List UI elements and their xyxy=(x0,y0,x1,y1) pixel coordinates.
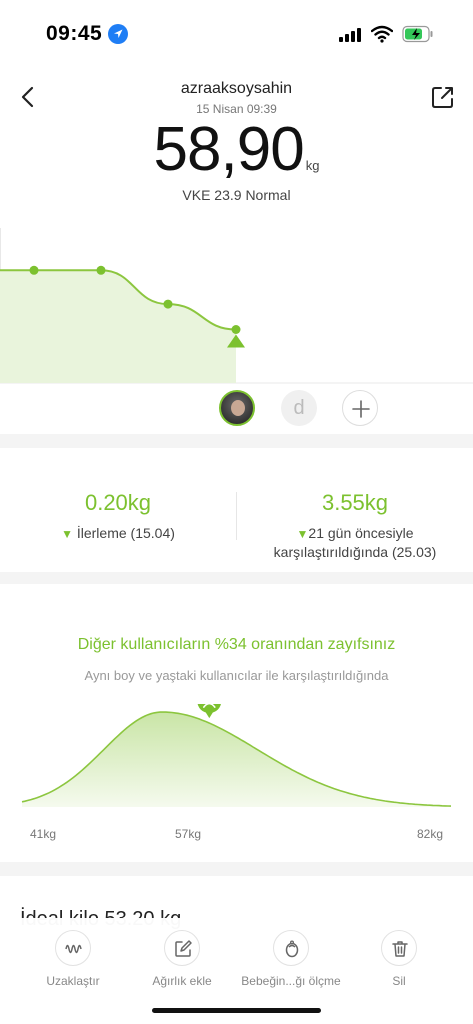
progress-value: 3.55kg xyxy=(321,490,389,515)
weight-trend-chart[interactable] xyxy=(0,228,473,384)
waveform-icon xyxy=(55,930,91,966)
distribution-tick-label: 41kg xyxy=(30,827,56,841)
comparison-subtitle: Aynı boy ve yaştaki kullanıcılar ile kar… xyxy=(84,668,389,683)
zoom-out-button[interactable]: Uzaklaştır xyxy=(18,930,128,988)
trend-point xyxy=(96,265,106,275)
progress-section: 0.20kg ▼ İlerleme (15.04) 3.55kg ▼21 gün… xyxy=(0,448,473,572)
weight-unit: kg xyxy=(305,158,320,173)
home-indicator xyxy=(152,1008,321,1013)
progress-label: ▼ İlerleme (15.04) xyxy=(0,524,236,543)
user-avatar-d[interactable]: d xyxy=(281,390,317,426)
down-arrow-icon: ▼ xyxy=(61,527,73,541)
progress-label-text: İlerleme (15.04) xyxy=(76,525,175,541)
baby-icon xyxy=(273,930,309,966)
trend-point xyxy=(231,325,241,334)
progress-21-days: 3.55kg ▼21 gün öncesiyle karşılaştırıldı… xyxy=(237,448,473,572)
progress-label-text: karşılaştırıldığında (25.03) xyxy=(273,544,437,560)
trend-area xyxy=(0,270,236,383)
bottom-bar-label: Bebeğin...ğı ölçme xyxy=(241,974,341,988)
weight-display: 58,90 kg xyxy=(0,114,473,185)
weight-value: 58,90 xyxy=(153,115,305,184)
bmi-status: VKE 23.9 Normal xyxy=(182,187,291,203)
status-bar: 09:45 xyxy=(0,0,473,70)
status-time: 09:45 xyxy=(46,22,103,45)
username: azraaksoysahin xyxy=(180,80,293,97)
distribution-tick-label: 57kg xyxy=(175,827,201,841)
section-divider xyxy=(0,862,473,876)
comparison-title: Diğer kullanıcıların %34 oranından zayıf… xyxy=(77,636,396,653)
battery-charging-icon xyxy=(402,25,434,43)
user-switcher: d xyxy=(0,385,473,433)
distribution-area xyxy=(22,712,451,807)
user-position-marker xyxy=(197,689,222,719)
trash-icon xyxy=(381,930,417,966)
progress-label: ▼21 gün öncesiyle karşılaştırıldığında (… xyxy=(237,524,473,561)
location-arrow-icon xyxy=(108,24,128,44)
bottom-bar-label: Uzaklaştır xyxy=(46,974,100,988)
section-divider xyxy=(0,434,473,448)
plus-icon xyxy=(352,400,370,418)
bottom-bar-label: Sil xyxy=(392,974,406,988)
baby-weigh-button[interactable]: Bebeğin...ğı ölçme xyxy=(236,930,346,988)
section-divider xyxy=(0,572,473,584)
cellular-signal-icon xyxy=(339,28,363,42)
progress-since-last: 0.20kg ▼ İlerleme (15.04) xyxy=(0,448,236,572)
distribution-chart: 41kg 57kg 82kg xyxy=(0,689,473,854)
add-weight-button[interactable]: Ağırlık ekle xyxy=(127,930,237,988)
avatar[interactable] xyxy=(219,390,255,426)
comparison-section: Diğer kullanıcıların %34 oranından zayıf… xyxy=(0,584,473,862)
add-user-button[interactable] xyxy=(342,390,378,426)
down-arrow-icon: ▼ xyxy=(296,527,309,541)
progress-label-text: 21 gün öncesiyle xyxy=(308,525,414,541)
bottom-bar-label: Ağırlık ekle xyxy=(152,974,212,988)
wifi-icon xyxy=(370,25,394,43)
share-button[interactable] xyxy=(428,82,458,112)
trend-point xyxy=(163,299,173,309)
distribution-tick-label: 82kg xyxy=(417,827,443,841)
progress-value: 0.20kg xyxy=(84,490,152,515)
edit-icon xyxy=(164,930,200,966)
delete-button[interactable]: Sil xyxy=(344,930,454,988)
trend-point xyxy=(29,265,39,275)
avatar-photo xyxy=(231,400,245,416)
